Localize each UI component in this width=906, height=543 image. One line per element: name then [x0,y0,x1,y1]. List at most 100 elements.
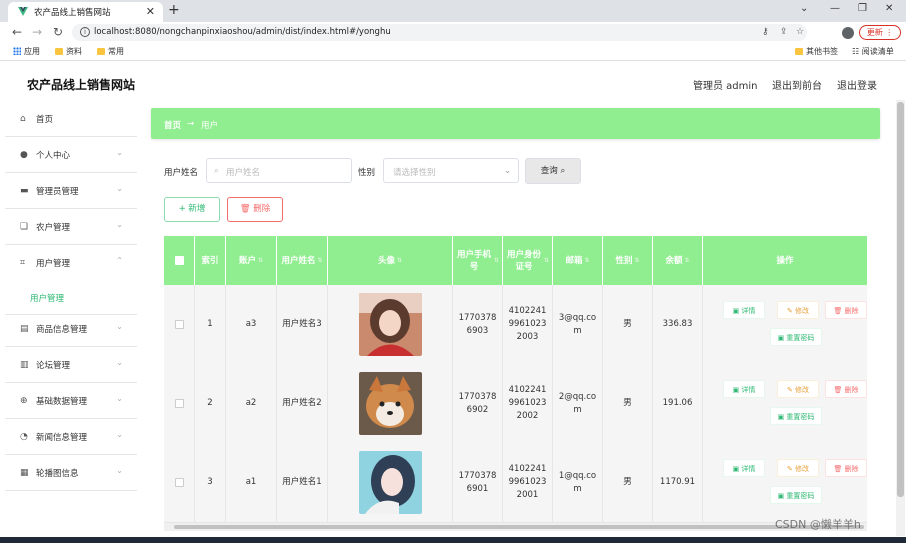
window-close-icon[interactable]: ✕ [885,3,893,14]
forward-icon[interactable]: → [32,25,42,39]
reset-password-button[interactable]: ▣ 重置密码 [770,486,822,504]
add-button[interactable]: + 新增 [164,197,220,222]
share-icon[interactable]: ⇪ [780,27,788,37]
sidebar-item-home[interactable]: ⌂ 首页 [5,101,137,137]
plus-icon: + [178,204,186,214]
row-checkbox[interactable] [174,478,184,487]
col-gender[interactable]: 性别 ⇅ [603,236,653,285]
profile-avatar-icon[interactable] [842,27,854,39]
col-email[interactable]: 邮箱 ⇅ [553,236,603,285]
row-checkbox[interactable] [174,399,184,408]
trash-icon: 🗑 [833,386,845,394]
row-checkbox[interactable] [174,320,184,329]
restore-icon[interactable]: ❐ [858,3,867,14]
bookmark-other[interactable]: 其他书签 [795,46,838,57]
name-search-input[interactable]: ⌕ 用户姓名 [206,158,352,183]
reset-password-button[interactable]: ▣ 重置密码 [770,328,822,346]
col-account[interactable]: 账户 ⇅ [226,236,277,285]
sidebar-subitem-users[interactable]: 用户管理 [5,281,137,315]
avatar-photo[interactable] [358,372,422,435]
info-icon[interactable]: i [80,27,90,37]
table-horizontal-scrollbar[interactable] [164,523,867,531]
minimize-icon[interactable]: — [830,3,840,14]
star-icon[interactable]: ☆ [796,27,804,37]
update-button[interactable]: 更新 ⋮ [859,25,901,40]
reload-icon[interactable]: ↻ [53,25,63,39]
bookmark-folder-ziliao[interactable]: 资料 [55,46,82,57]
sidebar-item-goods[interactable]: ▤ 商品信息管理 ⌄ [5,311,137,347]
edit-icon: ✎ [786,386,796,394]
scrollbar-thumb[interactable] [174,525,864,529]
col-idcard[interactable]: 用户身份证号 ⇅ [503,236,553,285]
new-tab-icon[interactable]: + [168,2,180,18]
sidebar-item-label: 农户管理 [36,223,71,233]
sidebar-item-forum[interactable]: ▥ 论坛管理 ⌄ [5,347,137,383]
sort-icon: ⇅ [493,256,499,264]
sidebar-item-news[interactable]: ◔ 新闻信息管理 ⌄ [5,419,137,455]
query-button[interactable]: 查询 ⌕ [525,158,581,184]
sort-icon: ⇅ [584,256,590,264]
select-all-checkbox[interactable] [174,256,184,265]
key-icon[interactable]: ⚷ [762,27,769,37]
trash-icon: 🗑 [833,307,845,315]
edit-button[interactable]: ✎ 修改 [777,380,819,398]
browser-tab[interactable]: 农产品线上销售网站 ✕ [8,2,163,22]
cell-email: 3@qq.com [553,285,603,364]
breadcrumb-home[interactable]: 首页 [164,119,181,131]
detail-button[interactable]: ▣ 详情 [723,301,765,319]
select-all-cell [164,236,195,285]
cell-avatar [328,285,453,364]
avatar-photo[interactable] [358,451,422,514]
delete-button[interactable]: 🗑 删除 [825,301,867,319]
chevron-down-icon[interactable]: ⌄ [800,3,808,14]
bookmark-folder-changyong[interactable]: 常用 [97,46,124,57]
edit-button[interactable]: ✎ 修改 [777,459,819,477]
breadcrumb-current: 用户 [201,121,219,131]
detail-button[interactable]: ▣ 详情 [723,380,765,398]
gender-select-placeholder: 请选择性别 [393,168,436,178]
sidebar-item-users[interactable]: ⌗ 用户管理 ⌃ [5,245,137,281]
back-to-front-link[interactable]: 退出到前台 [772,77,822,92]
sort-icon: ⇅ [257,256,264,264]
col-name[interactable]: 用户姓名 ⇅ [277,236,328,285]
batch-delete-button[interactable]: 🗑 删除 [227,197,283,222]
cell-gender: 男 [603,443,653,522]
back-icon[interactable]: ← [12,25,22,39]
delete-button[interactable]: 🗑 删除 [825,380,867,398]
scrollbar-thumb[interactable] [897,102,904,497]
reading-list[interactable]: ☷ 阅读清单 [852,46,894,57]
reset-password-button[interactable]: ▣ 重置密码 [770,407,822,425]
cell-balance: 336.83 [653,285,703,364]
sidebar-item-profile[interactable]: ● 个人中心 ⌄ [5,137,137,173]
col-phone[interactable]: 用户手机号 ⇅ [453,236,503,285]
detail-button[interactable]: ▣ 详情 [723,459,765,477]
avatar-photo[interactable] [358,293,422,356]
farmer-icon: ❏ [20,222,29,232]
page-vertical-scrollbar[interactable] [896,100,905,536]
crop-icon: ⌗ [20,258,26,268]
col-avatar[interactable]: 头像 ⇅ [328,236,453,285]
chevron-down-icon: ⌄ [116,184,123,193]
delete-button[interactable]: 🗑 删除 [825,459,867,477]
logout-link[interactable]: 退出登录 [837,77,877,92]
sidebar-item-farmers[interactable]: ❏ 农户管理 ⌄ [5,209,137,245]
breadcrumb-arrow-icon: → [187,119,195,129]
sidebar-item-basedata[interactable]: ⊕ 基础数据管理 ⌄ [5,383,137,419]
sidebar: ⌂ 首页 ● 个人中心 ⌄ ▬ 管理员管理 ⌄ ❏ 农户管理 ⌄ ⌗ 用户管理 … [5,101,137,491]
cell-balance: 191.06 [653,364,703,443]
bookmark-apps[interactable]: 应用 [13,46,40,57]
col-balance[interactable]: 余额 ⇅ [653,236,703,285]
edit-button[interactable]: ✎ 修改 [777,301,819,319]
edit-icon: ✎ [786,307,796,315]
cell-name: 用户姓名3 [277,285,328,364]
edit-icon: ✎ [786,465,796,473]
cell-idcard: 410224199610232003 [503,285,553,364]
sidebar-item-carousel[interactable]: ▦ 轮播图信息 ⌄ [5,455,137,491]
tab-close-icon[interactable]: ✕ [146,5,155,18]
url-field[interactable]: i localhost:8080/nongchanpinxiaoshou/adm… [72,24,807,41]
col-index[interactable]: 索引 [195,236,226,285]
goods-icon: ▤ [20,324,29,334]
sidebar-item-admins[interactable]: ▬ 管理员管理 ⌄ [5,173,137,209]
sidebar-item-label: 管理员管理 [36,187,79,197]
gender-select[interactable]: 请选择性别 ⌄ [383,158,519,183]
